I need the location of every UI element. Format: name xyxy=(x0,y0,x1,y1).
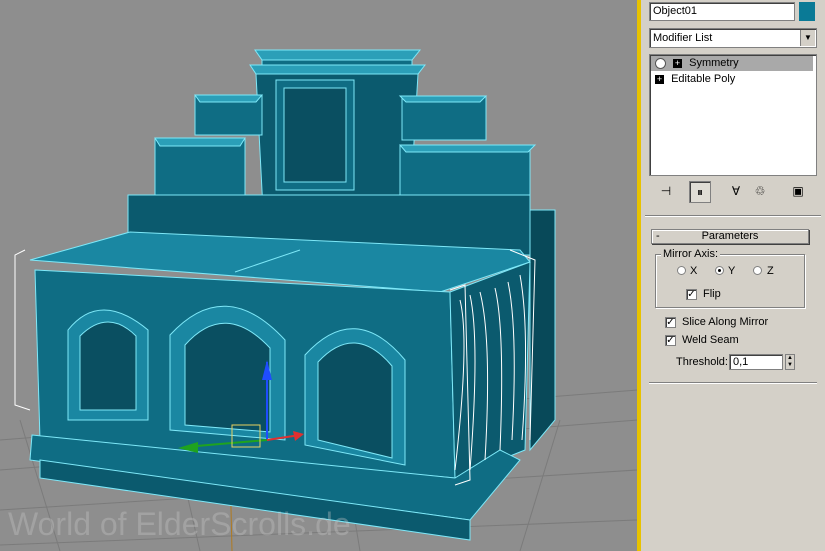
make-unique-icon: ∀ xyxy=(731,184,741,198)
show-end-result-button[interactable]: ⏸ xyxy=(689,181,711,203)
object-name-field[interactable]: Object01 xyxy=(649,2,795,21)
perspective-viewport[interactable]: World of ElderScrolls.de xyxy=(0,0,637,551)
modifier-stack[interactable]: + Symmetry + Editable Poly xyxy=(649,54,817,176)
rollout-bottom-edge xyxy=(649,382,817,384)
modifier-list-dropdown[interactable]: Modifier List ▼ xyxy=(649,28,817,48)
stack-item-label: Editable Poly xyxy=(671,73,736,85)
flip-label: Flip xyxy=(703,288,721,300)
mirror-axis-group xyxy=(655,254,805,308)
remove-modifier-button[interactable]: ♲ xyxy=(749,181,771,203)
make-unique-button[interactable]: ∀ xyxy=(725,181,747,203)
viewport-scene xyxy=(0,49,637,551)
modify-panel: Object01 Modifier List ▼ + Symmetry + Ed… xyxy=(641,0,825,551)
model-mesh[interactable] xyxy=(29,49,556,541)
weld-seam-label: Weld Seam xyxy=(682,334,739,346)
weld-seam-checkbox[interactable]: ✓ xyxy=(665,335,676,346)
axis-y-radio[interactable] xyxy=(715,266,724,275)
configure-sets-button[interactable]: ▣ xyxy=(787,181,809,203)
configure-sets-icon: ▣ xyxy=(792,184,804,198)
watermark-text: World of ElderScrolls.de xyxy=(8,506,351,542)
axis-y-label: Y xyxy=(728,265,736,277)
parameters-rollout-header[interactable]: - Parameters xyxy=(651,229,809,244)
mirror-axis-label: Mirror Axis: xyxy=(661,248,720,260)
slice-along-mirror-checkbox[interactable]: ✓ xyxy=(665,317,676,328)
stack-item-editable-poly[interactable]: + Editable Poly xyxy=(651,72,813,87)
expand-icon[interactable]: + xyxy=(655,74,664,84)
threshold-input[interactable]: 0,1 xyxy=(729,354,783,370)
panel-divider xyxy=(645,215,821,217)
axis-z-radio[interactable] xyxy=(753,266,762,275)
rollout-title-label: Parameters xyxy=(701,230,759,242)
pin-stack-button[interactable]: ⊣ xyxy=(655,181,677,203)
axis-x-radio[interactable] xyxy=(677,266,686,275)
show-end-result-icon: ⏸ xyxy=(696,185,703,199)
stack-item-label: Symmetry xyxy=(689,57,739,69)
threshold-label: Threshold: xyxy=(676,356,728,368)
max-window: World of ElderScrolls.de Object01 Modifi… xyxy=(0,0,825,551)
collapse-icon[interactable]: - xyxy=(656,230,660,243)
spinner-up-icon[interactable]: ▲ xyxy=(787,355,793,361)
flip-checkbox[interactable]: ✓ xyxy=(686,289,697,300)
remove-modifier-icon: ♲ xyxy=(754,184,766,198)
stack-item-symmetry[interactable]: + Symmetry xyxy=(651,56,813,71)
expand-icon[interactable]: + xyxy=(673,58,683,68)
threshold-spinner[interactable]: ▲ ▼ xyxy=(785,354,795,370)
modifier-list-label: Modifier List xyxy=(653,32,713,44)
pin-stack-icon: ⊣ xyxy=(660,184,672,198)
lightbulb-icon[interactable] xyxy=(655,57,666,69)
chevron-down-icon[interactable]: ▼ xyxy=(800,30,815,46)
slice-along-mirror-label: Slice Along Mirror xyxy=(682,316,769,328)
axis-z-label: Z xyxy=(767,265,774,277)
object-color-swatch[interactable] xyxy=(799,2,815,21)
spinner-down-icon[interactable]: ▼ xyxy=(787,362,793,368)
axis-x-label: X xyxy=(690,265,698,277)
